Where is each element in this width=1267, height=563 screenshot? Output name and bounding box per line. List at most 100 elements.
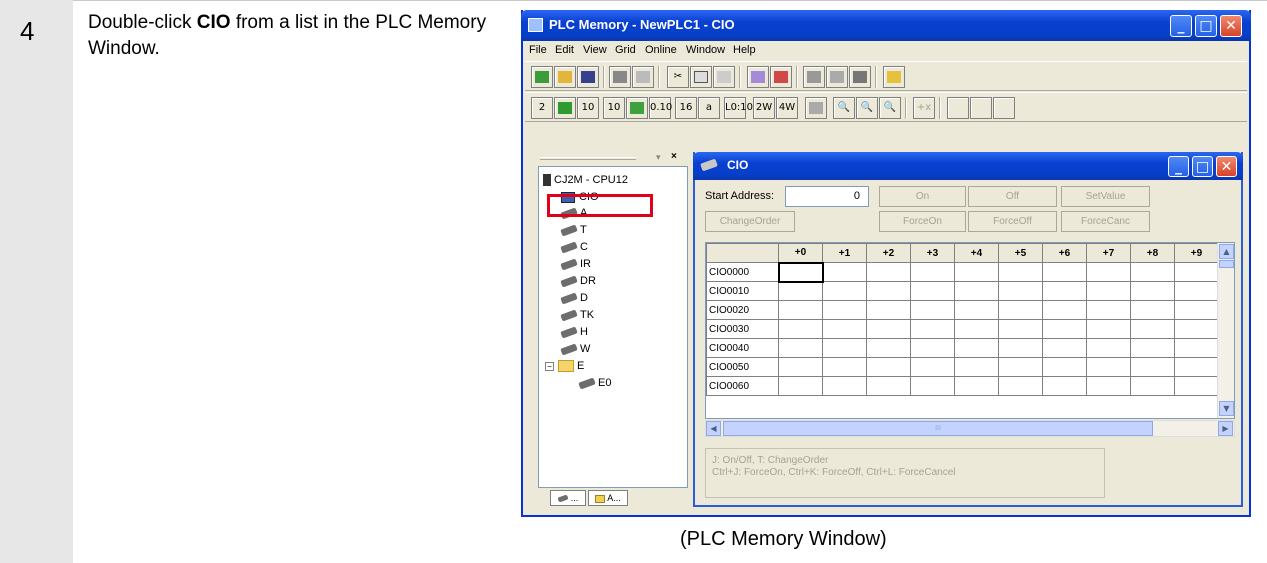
double-format-button[interactable]: 0.10 — [649, 97, 672, 119]
memory-cell[interactable] — [998, 262, 1043, 282]
memory-cell[interactable] — [998, 338, 1043, 358]
memory-cell[interactable] — [822, 281, 867, 301]
collapse-icon[interactable]: − — [545, 361, 554, 371]
upload-icon[interactable] — [883, 66, 905, 88]
memory-cell[interactable] — [866, 300, 911, 320]
tree-item-dr[interactable]: DR — [560, 275, 596, 288]
memory-cell[interactable] — [910, 357, 955, 377]
memory-cell[interactable] — [1130, 319, 1175, 339]
start-address-input[interactable]: 0 — [785, 186, 869, 207]
tree-item-h[interactable]: H — [560, 326, 588, 339]
force-cancel-button[interactable]: ForceCanc — [1061, 211, 1150, 232]
memory-cell[interactable] — [822, 338, 867, 358]
memory-cell[interactable] — [1086, 376, 1131, 396]
memory-cell[interactable] — [778, 376, 823, 396]
child-titlebar[interactable]: CIO _ □ ✕ — [693, 152, 1243, 180]
close-button[interactable]: ✕ — [1220, 15, 1242, 37]
memory-cell[interactable] — [910, 262, 955, 282]
memory-cell[interactable] — [910, 319, 955, 339]
menu-edit[interactable]: Edit — [555, 44, 574, 56]
bcd-format-icon[interactable] — [554, 97, 576, 119]
new-icon[interactable] — [531, 66, 553, 88]
tree-item-t[interactable]: T — [560, 224, 587, 237]
search-disabled-icon[interactable] — [970, 97, 992, 119]
memory-cell[interactable] — [866, 338, 911, 358]
on-button[interactable]: On — [879, 186, 966, 207]
list-view-icon[interactable] — [805, 97, 827, 119]
paste-icon[interactable] — [713, 66, 735, 88]
menu-grid[interactable]: Grid — [615, 44, 636, 56]
child-close-button[interactable]: ✕ — [1216, 156, 1237, 177]
memory-cell[interactable] — [1174, 338, 1219, 358]
memory-cell[interactable] — [954, 262, 999, 282]
memory-cell[interactable] — [1086, 338, 1131, 358]
child-minimize-button[interactable]: _ — [1168, 156, 1189, 177]
memory-cell[interactable] — [954, 357, 999, 377]
memory-cell[interactable] — [1042, 300, 1087, 320]
pane-close-icon[interactable]: × — [671, 151, 677, 162]
menu-window[interactable]: Window — [686, 44, 725, 56]
memory-cell[interactable] — [1086, 281, 1131, 301]
scroll-right-icon[interactable]: ▶ — [1218, 421, 1233, 436]
h-scroll-thumb[interactable]: III — [723, 421, 1153, 436]
tree-tab-address[interactable]: A... — [588, 490, 628, 506]
force-off-button[interactable]: ForceOff — [968, 211, 1057, 232]
memory-cell[interactable] — [778, 281, 823, 301]
binary-format-button[interactable]: 2 — [531, 97, 553, 119]
memory-cell[interactable] — [1174, 319, 1219, 339]
memory-cell[interactable] — [1042, 262, 1087, 282]
memory-cell[interactable] — [822, 376, 867, 396]
scroll-left-icon[interactable]: ◀ — [706, 421, 721, 436]
off-button[interactable]: Off — [968, 186, 1057, 207]
memory-cell[interactable] — [1174, 300, 1219, 320]
memory-cell[interactable] — [822, 357, 867, 377]
tree-item-d[interactable]: D — [560, 292, 588, 305]
zoom-medium-icon[interactable]: 🔍 — [856, 97, 878, 119]
tree-folder-e[interactable]: − E — [545, 360, 584, 373]
memory-cell[interactable] — [910, 281, 955, 301]
zoom-small-icon[interactable]: 🔍 — [833, 97, 855, 119]
memory-cell[interactable] — [822, 262, 867, 282]
menu-online[interactable]: Online — [645, 44, 677, 56]
memory-cell[interactable] — [954, 300, 999, 320]
memory-cell[interactable] — [1042, 357, 1087, 377]
memory-cell[interactable] — [1042, 338, 1087, 358]
memory-cell[interactable] — [998, 319, 1043, 339]
decimal-format-button[interactable]: 10 — [577, 97, 599, 119]
memory-cell[interactable] — [1174, 262, 1219, 282]
compare-icon[interactable] — [826, 66, 848, 88]
memory-cell[interactable] — [998, 376, 1043, 396]
hex-format-button[interactable]: 16 — [675, 97, 697, 119]
memory-cell[interactable] — [778, 357, 823, 377]
memory-cell[interactable] — [1086, 319, 1131, 339]
memory-cell[interactable] — [1130, 357, 1175, 377]
memory-cell[interactable] — [778, 338, 823, 358]
zoom-large-icon[interactable]: 🔍 — [879, 97, 901, 119]
tree-root[interactable]: CJ2M - CPU12 — [543, 174, 628, 187]
find-icon[interactable] — [849, 66, 871, 88]
memory-cell[interactable] — [998, 357, 1043, 377]
memory-cell[interactable] — [954, 281, 999, 301]
memory-cell[interactable] — [1042, 281, 1087, 301]
memory-cell[interactable] — [1130, 281, 1175, 301]
minimize-button[interactable]: _ — [1170, 15, 1192, 37]
memory-cell[interactable] — [1130, 376, 1175, 396]
memory-cell[interactable] — [866, 357, 911, 377]
memory-cell[interactable] — [1130, 338, 1175, 358]
tree-item-e0[interactable]: E0 — [578, 377, 611, 390]
memory-cell[interactable] — [777, 261, 824, 283]
memory-cell[interactable] — [910, 300, 955, 320]
memory-cell[interactable] — [998, 281, 1043, 301]
memory-cell[interactable] — [866, 281, 911, 301]
memory-cell[interactable] — [1086, 357, 1131, 377]
memory-cell[interactable] — [1086, 262, 1131, 282]
memory-cell[interactable] — [1130, 262, 1175, 282]
memory-cell[interactable] — [778, 319, 823, 339]
memory-cell[interactable] — [822, 300, 867, 320]
vertical-scrollbar[interactable]: ▲ ▼ — [1217, 243, 1234, 418]
memory-cell[interactable] — [822, 319, 867, 339]
memory-cell[interactable] — [866, 319, 911, 339]
memory-cell[interactable] — [1174, 357, 1219, 377]
tree-item-c[interactable]: C — [560, 241, 588, 254]
signed-decimal-button[interactable]: 10 — [603, 97, 625, 119]
